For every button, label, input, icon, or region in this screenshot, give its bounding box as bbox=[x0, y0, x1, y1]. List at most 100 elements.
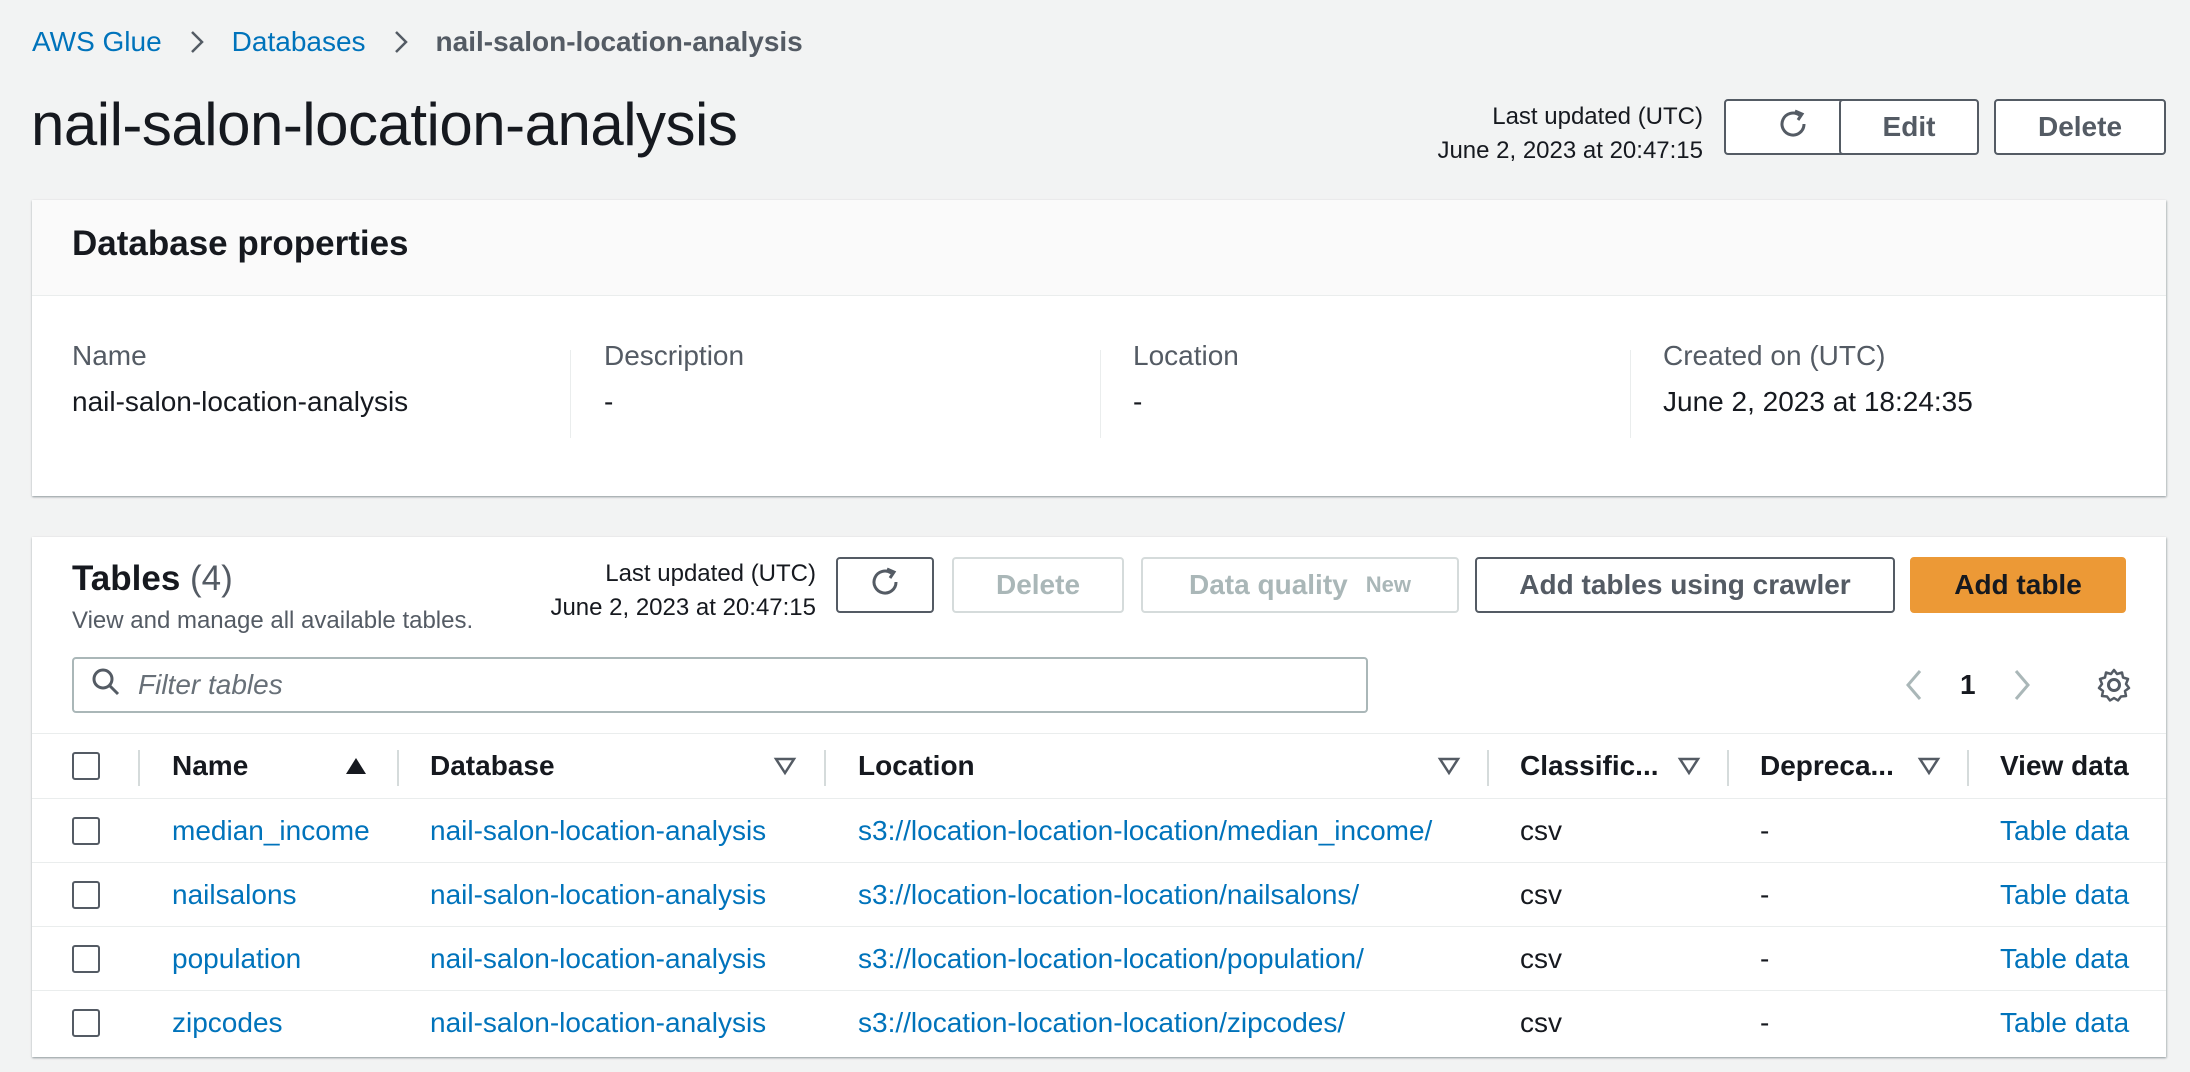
column-divider bbox=[1727, 750, 1729, 786]
tables-header: Tables (4) View and manage all available… bbox=[72, 559, 473, 635]
sort-icon[interactable] bbox=[1437, 756, 1461, 781]
database-properties-header: Database properties bbox=[32, 200, 2166, 296]
deprecated-value: - bbox=[1760, 943, 1770, 974]
database-properties-title: Database properties bbox=[72, 224, 409, 263]
sort-icon[interactable] bbox=[1677, 756, 1701, 781]
column-header-deprecated[interactable]: Depreca... bbox=[1760, 734, 1894, 798]
refresh-icon bbox=[867, 564, 903, 607]
table-data-link[interactable]: Table data bbox=[2000, 863, 2129, 927]
table-name-link[interactable]: nailsalons bbox=[172, 863, 297, 927]
breadcrumb: AWS Glue Databases nail-salon-location-a… bbox=[32, 26, 803, 58]
tables-title-text: Tables bbox=[72, 559, 181, 598]
column-header-database[interactable]: Database bbox=[430, 734, 555, 798]
chevron-right-icon bbox=[184, 29, 210, 55]
location-link[interactable]: s3://location-location-location/median_i… bbox=[858, 799, 1432, 863]
property-location: Location - bbox=[1133, 340, 1239, 418]
deprecated-value: - bbox=[1760, 1007, 1770, 1038]
column-header-name[interactable]: Name bbox=[172, 734, 248, 798]
row-checkbox[interactable] bbox=[72, 945, 100, 973]
breadcrumb-current: nail-salon-location-analysis bbox=[435, 26, 803, 57]
data-quality-button[interactable]: Data quality New bbox=[1141, 557, 1459, 613]
gear-icon[interactable] bbox=[2096, 667, 2132, 703]
column-divider bbox=[138, 750, 140, 786]
property-description: Description - bbox=[604, 340, 744, 418]
add-table-button[interactable]: Add table bbox=[1910, 557, 2126, 613]
last-updated-label: Last updated (UTC) bbox=[605, 560, 816, 587]
chevron-left-icon[interactable] bbox=[1894, 661, 1934, 709]
breadcrumb-databases[interactable]: Databases bbox=[232, 26, 366, 58]
property-label: Name bbox=[72, 340, 147, 371]
table-name-link[interactable]: median_income bbox=[172, 799, 370, 863]
pagination: 1 bbox=[1894, 661, 2042, 709]
tables-subtitle: View and manage all available tables. bbox=[72, 607, 474, 634]
chevron-right-icon bbox=[388, 29, 414, 55]
deprecated-value: - bbox=[1760, 815, 1770, 846]
table-data-link[interactable]: Table data bbox=[2000, 927, 2129, 991]
tables-refresh-button[interactable] bbox=[836, 557, 934, 613]
table-row: median_income nail-salon-location-analys… bbox=[32, 799, 2166, 863]
property-name: Name nail-salon-location-analysis bbox=[72, 340, 408, 418]
database-properties-panel: Database properties Name nail-salon-loca… bbox=[32, 200, 2166, 496]
last-updated-label: Last updated (UTC) bbox=[1492, 103, 1703, 130]
last-updated-value: June 2, 2023 at 20:47:15 bbox=[550, 594, 816, 621]
refresh-icon bbox=[1775, 106, 1811, 149]
column-header-location[interactable]: Location bbox=[858, 734, 975, 798]
select-all-checkbox[interactable] bbox=[72, 752, 100, 780]
database-link[interactable]: nail-salon-location-analysis bbox=[430, 863, 766, 927]
table-row: zipcodes nail-salon-location-analysis s3… bbox=[32, 991, 2166, 1055]
sort-icon[interactable] bbox=[1917, 756, 1941, 781]
classification-value: csv bbox=[1520, 1007, 1562, 1038]
row-checkbox[interactable] bbox=[72, 817, 100, 845]
column-divider bbox=[1100, 350, 1101, 438]
column-divider bbox=[1487, 750, 1489, 786]
add-tables-crawler-button[interactable]: Add tables using crawler bbox=[1475, 557, 1895, 613]
tables-title: Tables (4) bbox=[72, 559, 473, 599]
new-badge: New bbox=[1365, 572, 1411, 597]
property-value: - bbox=[604, 386, 614, 417]
tables-last-updated: Last updated (UTC) June 2, 2023 at 20:47… bbox=[550, 557, 816, 625]
property-label: Created on (UTC) bbox=[1663, 340, 1886, 371]
classification-value: csv bbox=[1520, 943, 1562, 974]
table-data-link[interactable]: Table data bbox=[2000, 799, 2129, 863]
database-link[interactable]: nail-salon-location-analysis bbox=[430, 799, 766, 863]
page-title: nail-salon-location-analysis bbox=[31, 91, 738, 158]
deprecated-value: - bbox=[1760, 879, 1770, 910]
edit-button[interactable]: Edit bbox=[1839, 99, 1979, 155]
property-label: Description bbox=[604, 340, 745, 371]
database-link[interactable]: nail-salon-location-analysis bbox=[430, 927, 766, 991]
property-value: June 2, 2023 at 18:24:35 bbox=[1663, 386, 1973, 417]
sort-ascending-icon[interactable] bbox=[344, 756, 368, 781]
location-link[interactable]: s3://location-location-location/populati… bbox=[858, 927, 1364, 991]
header-last-updated: Last updated (UTC) June 2, 2023 at 20:47… bbox=[1437, 100, 1703, 168]
table-name-link[interactable]: population bbox=[172, 927, 301, 991]
page-number[interactable]: 1 bbox=[1960, 669, 1976, 701]
row-checkbox[interactable] bbox=[72, 1009, 100, 1037]
column-header-view-data: View data bbox=[2000, 750, 2129, 781]
property-label: Location bbox=[1133, 340, 1239, 371]
column-divider bbox=[824, 750, 826, 786]
last-updated-value: June 2, 2023 at 20:47:15 bbox=[1437, 137, 1703, 164]
column-divider bbox=[397, 750, 399, 786]
tables-count: (4) bbox=[190, 559, 233, 598]
data-quality-label: Data quality bbox=[1189, 569, 1348, 600]
delete-button[interactable]: Delete bbox=[1994, 99, 2166, 155]
table-data-link[interactable]: Table data bbox=[2000, 991, 2129, 1055]
column-divider bbox=[1630, 350, 1631, 438]
search-icon bbox=[90, 666, 138, 705]
row-checkbox[interactable] bbox=[72, 881, 100, 909]
filter-tables-input[interactable]: Filter tables bbox=[72, 657, 1368, 713]
tables-panel: Tables (4) View and manage all available… bbox=[32, 537, 2166, 1057]
location-link[interactable]: s3://location-location-location/nailsalo… bbox=[858, 863, 1359, 927]
table-row: nailsalons nail-salon-location-analysis … bbox=[32, 863, 2166, 927]
column-divider bbox=[1967, 750, 1969, 786]
column-divider bbox=[570, 350, 571, 438]
tables-delete-button[interactable]: Delete bbox=[952, 557, 1124, 613]
chevron-right-icon[interactable] bbox=[2002, 661, 2042, 709]
sort-icon[interactable] bbox=[773, 756, 797, 781]
breadcrumb-aws-glue[interactable]: AWS Glue bbox=[32, 26, 162, 58]
table-name-link[interactable]: zipcodes bbox=[172, 991, 283, 1055]
database-link[interactable]: nail-salon-location-analysis bbox=[430, 991, 766, 1055]
table-row: population nail-salon-location-analysis … bbox=[32, 927, 2166, 991]
column-header-classification[interactable]: Classific... bbox=[1520, 734, 1659, 798]
location-link[interactable]: s3://location-location-location/zipcodes… bbox=[858, 991, 1345, 1055]
